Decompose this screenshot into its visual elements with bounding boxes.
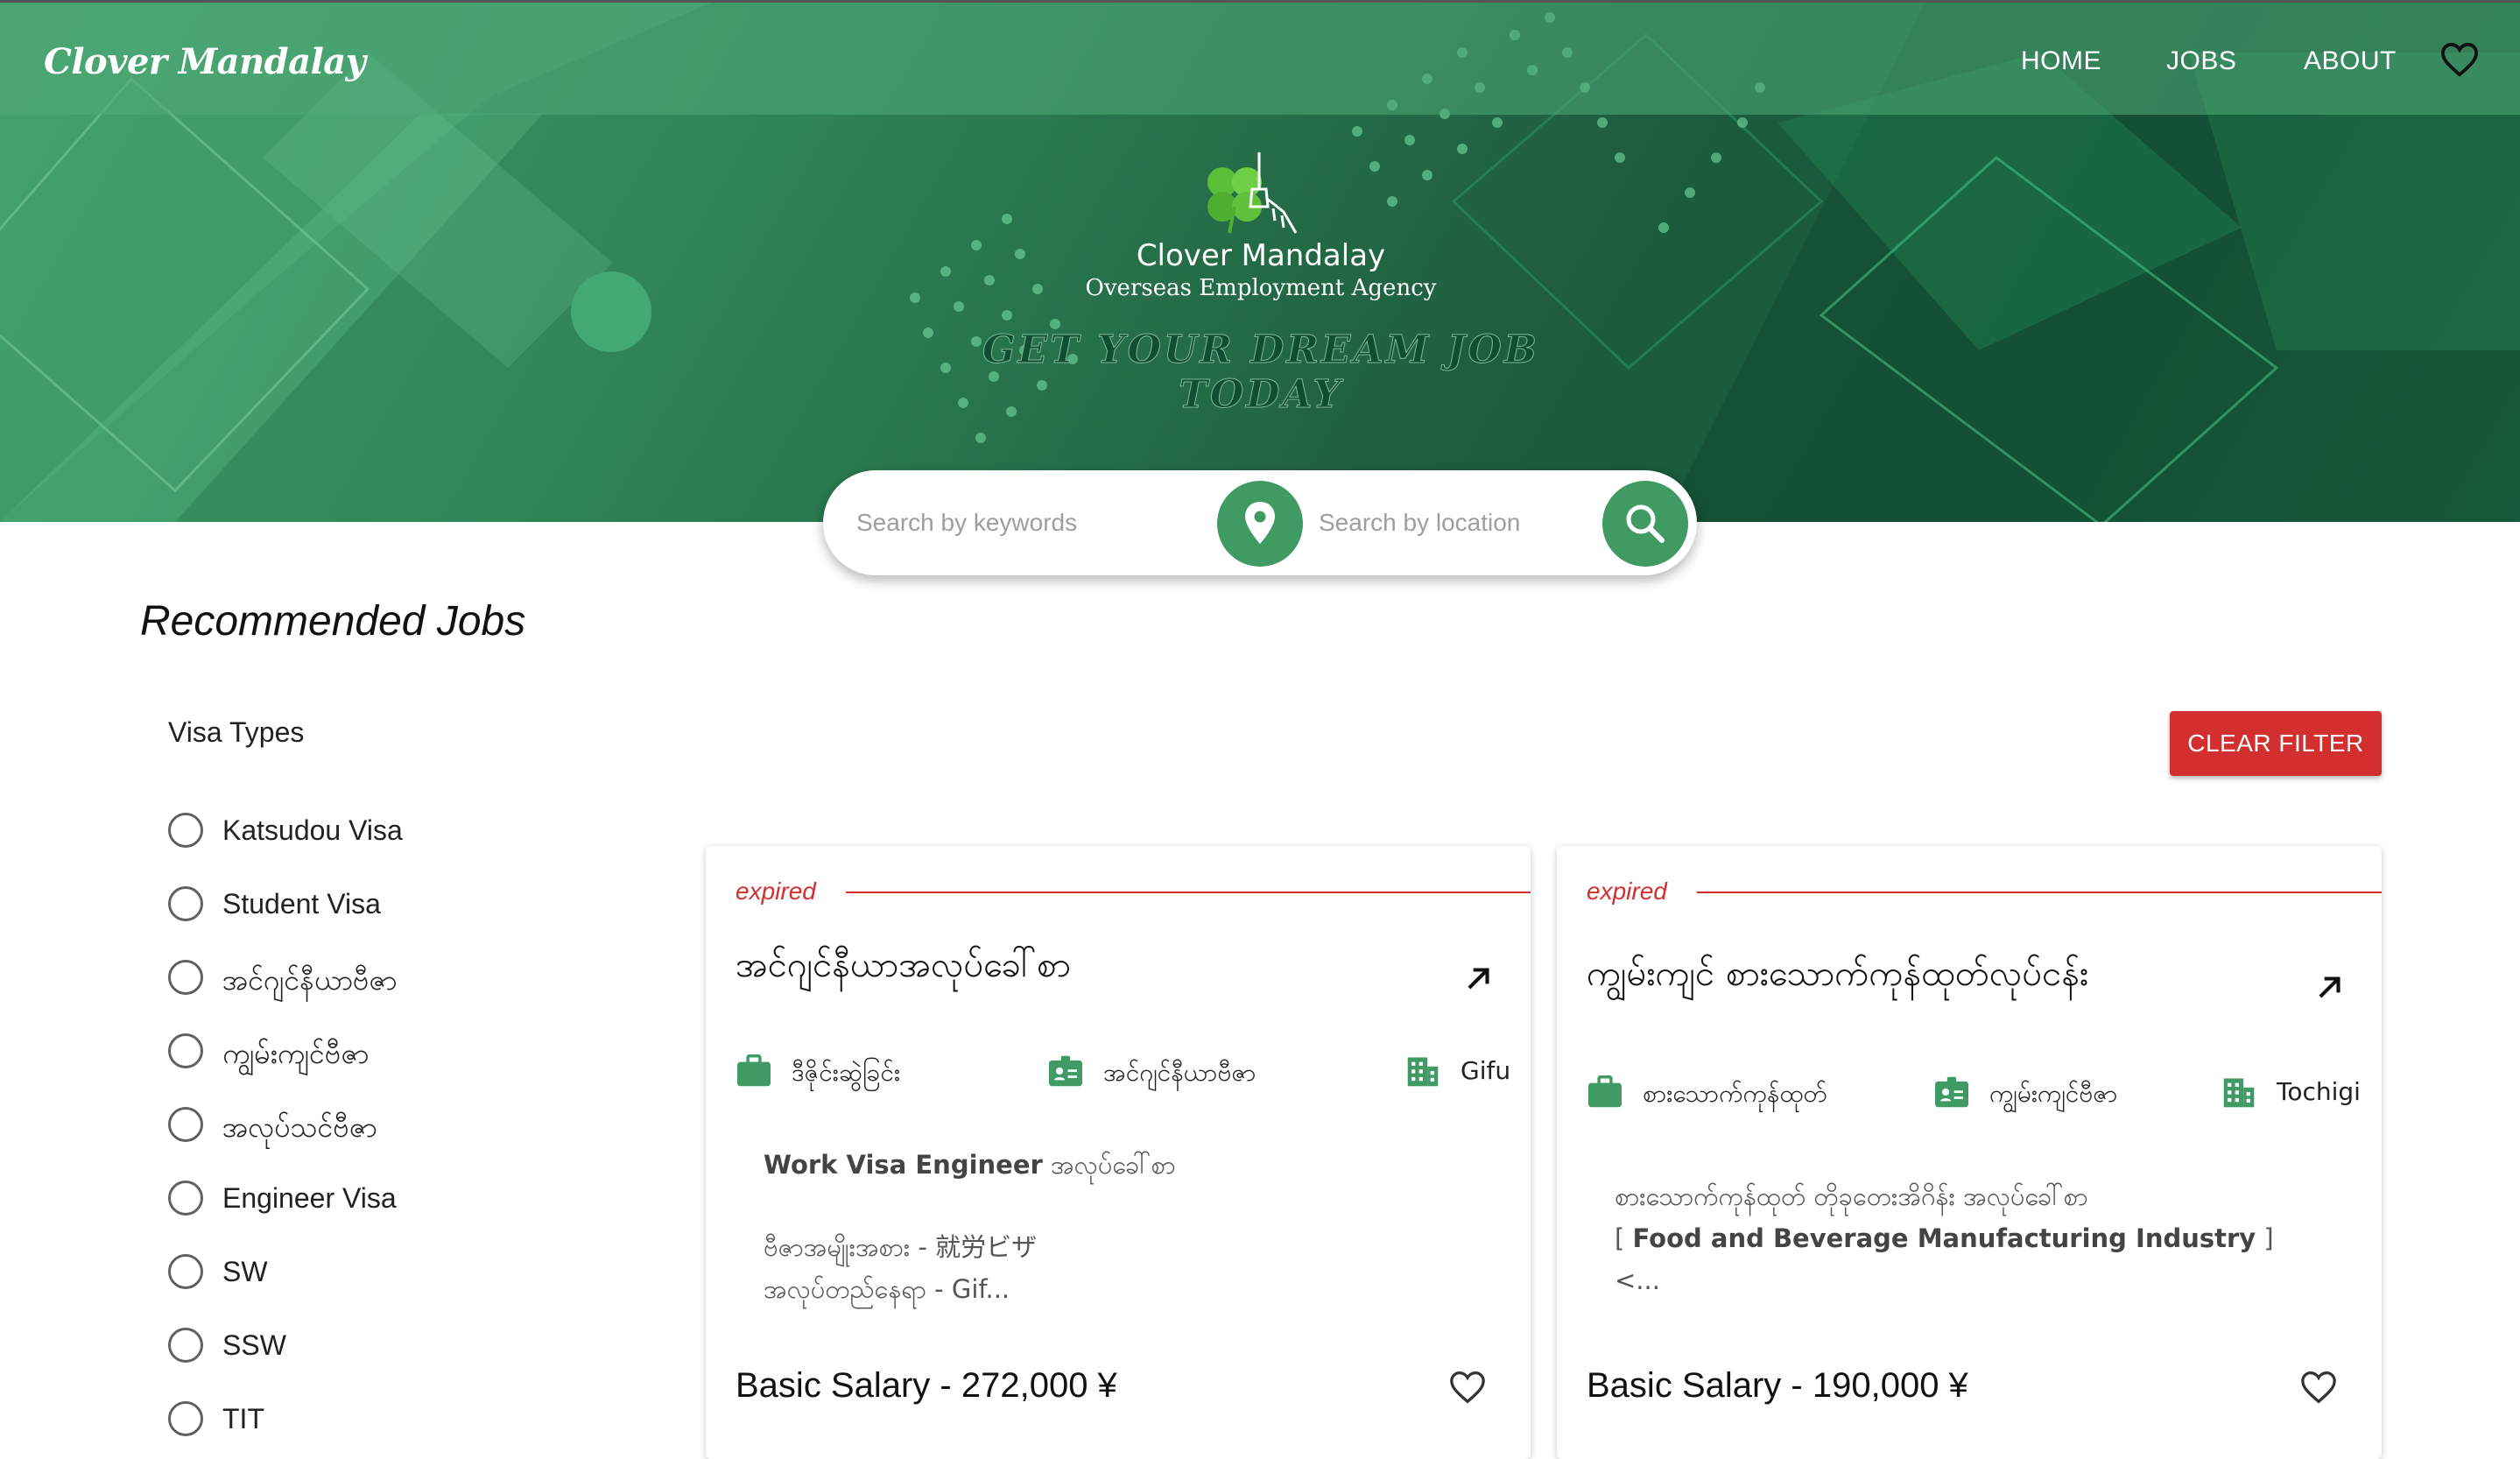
visa-filter-label: အင်ဂျင်နီယာဗီဇာ [222,964,398,996]
building-icon [2223,1078,2255,1108]
job-salary: Basic Salary - 272,000 ¥ [736,1366,1117,1405]
open-external-arrow-icon[interactable] [2313,970,2347,1004]
radio-button[interactable] [168,960,203,995]
job-description-line: [ Food and Beverage Manufacturing Indust… [1615,1217,2315,1259]
visa-filter-trainee-mm[interactable]: အလုပ်သင်ဗီဇာ [168,1105,536,1144]
visa-filter-label: ကျွမ်းကျင်ဗီဇာ [222,1038,370,1069]
radio-button[interactable] [168,1254,203,1289]
keyword-search-input[interactable] [856,502,1207,544]
job-description-line: စားသောက်ကုန်ထုတ် တိုခုတေးအိဂိန်း အလုပ်ခေ… [1615,1181,2088,1211]
nav-jobs-link[interactable]: JOBS [2166,46,2236,76]
bracket-open: [ [1615,1223,1633,1253]
visa-filter-label: TIT [222,1403,264,1434]
visa-filter-sw[interactable]: SW [168,1252,536,1291]
radio-button[interactable] [168,1181,203,1216]
radio-button[interactable] [168,1401,203,1436]
heart-outline-icon[interactable] [2299,1370,2338,1405]
hero-tagline: GET YOUR DREAM JOB TODAY [982,328,1539,418]
job-description-highlight: Food and Beverage Manufacturing Industry [1632,1223,2256,1253]
map-pin-icon [1245,502,1275,544]
job-description: စားသောက်ကုန်ထုတ် တိုခုတေးအိဂိန်း အလုပ်ခေ… [1615,1175,2315,1301]
job-category-label: ဒီဇိုင်းဆွဲခြင်း [792,1058,901,1087]
job-location-label: Tochigi [2277,1077,2361,1106]
id-badge-icon [1049,1055,1082,1087]
location-pin-button[interactable] [1217,481,1303,567]
job-category-label: စားသောက်ကုန်ထုတ် [1643,1079,1827,1108]
recommended-jobs-heading: Recommended Jobs [140,598,526,645]
visa-types-heading: Visa Types [168,716,305,748]
radio-button[interactable] [168,1328,203,1363]
heart-outline-icon[interactable] [2439,41,2480,78]
radio-button[interactable] [168,1033,203,1068]
job-visa-label: ကျွမ်းကျင်ဗီဇာ [1989,1079,2118,1108]
visa-filter-label: Katsudou Visa [222,814,403,846]
job-description-highlight: Work Visa Engineer [764,1150,1043,1180]
job-visa-label: အင်ဂျင်နီယာဗီဇာ [1103,1058,1256,1087]
visa-filter-tit[interactable]: TIT [168,1399,536,1438]
job-search-bar [823,470,1697,575]
job-status-label: expired [1587,878,1667,905]
visa-filter-label: SSW [222,1329,286,1361]
status-divider [1697,892,2382,893]
visa-filter-katsudou[interactable]: Katsudou Visa [168,811,536,849]
nav-about-link[interactable]: ABOUT [2304,46,2397,76]
briefcase-icon [1588,1075,1622,1108]
top-navbar: Clover Mandalay HOME JOBS ABOUT [0,0,2520,115]
agency-logo: Clover Mandalay Overseas Employment Agen… [1077,145,1445,301]
search-icon [1626,504,1665,543]
building-icon [1407,1057,1439,1087]
visa-filter-label: SW [222,1256,268,1287]
visa-filter-label: အလုပ်သင်ဗီဇာ [222,1111,377,1143]
visa-filter-ssw[interactable]: SSW [168,1326,536,1364]
job-description-line: <... [1615,1265,1660,1295]
visa-filter-skilled-mm[interactable]: ကျွမ်းကျင်ဗီဇာ [168,1032,536,1070]
job-description-line: အလုပ်တည်နေရာ - Gif... [764,1274,1010,1304]
heart-outline-icon[interactable] [1448,1370,1487,1405]
radio-button[interactable] [168,813,203,848]
visa-filter-engineer-mm[interactable]: အင်ဂျင်နီယာဗီဇာ [168,958,536,997]
clover-logo-icon [1207,152,1298,234]
job-title[interactable]: အင်ဂျင်နီယာအလုပ်ခေါ်စာ [736,942,1418,994]
job-salary: Basic Salary - 190,000 ¥ [1587,1366,1968,1405]
visa-filter-label: Student Visa [222,888,381,920]
bracket-close: ] [2256,1223,2274,1253]
job-description: Work Visa Engineer အလုပ်ခေါ်စာ ဗီဇာအမျို… [764,1144,1464,1310]
open-external-arrow-icon[interactable] [1462,962,1496,995]
radio-button[interactable] [168,1107,203,1142]
clear-filter-button[interactable]: CLEAR FILTER [2170,711,2382,776]
id-badge-icon [1935,1076,1968,1108]
visa-filter-label: Engineer Visa [222,1182,397,1214]
visa-filter-engineer[interactable]: Engineer Visa [168,1179,536,1217]
job-description-text: အလုပ်ခေါ်စာ [1042,1150,1176,1180]
brand-logo-text[interactable]: Clover Mandalay [44,41,366,82]
job-card[interactable]: expired ကျွမ်းကျင် စားသောက်ကုန်ထုတ်လုပ်င… [1557,846,2382,1459]
logo-title: Clover Mandalay [1136,238,1386,273]
job-description-line: ဗီဇာအမျိုးအစား - 就労ビザ [764,1232,1038,1262]
location-search-input[interactable] [1319,502,1590,544]
radio-button[interactable] [168,886,203,921]
status-divider [846,892,1531,893]
search-submit-button[interactable] [1602,481,1688,567]
job-card[interactable]: expired အင်ဂျင်နီယာအလုပ်ခေါ်စာ ဒီဇိုင်းဆ… [706,846,1531,1459]
job-title[interactable]: ကျွမ်းကျင် စားသောက်ကုန်ထုတ်လုပ်ငန်း [1587,951,2270,1003]
job-location-label: Gifu [1461,1056,1511,1085]
visa-filter-student[interactable]: Student Visa [168,885,536,923]
job-description-line: Work Visa Engineer အလုပ်ခေါ်စာ [764,1144,1464,1186]
logo-subtitle: Overseas Employment Agency [1085,275,1437,301]
job-status-label: expired [736,878,816,905]
briefcase-icon [737,1054,771,1087]
nav-home-link[interactable]: HOME [2021,46,2101,76]
